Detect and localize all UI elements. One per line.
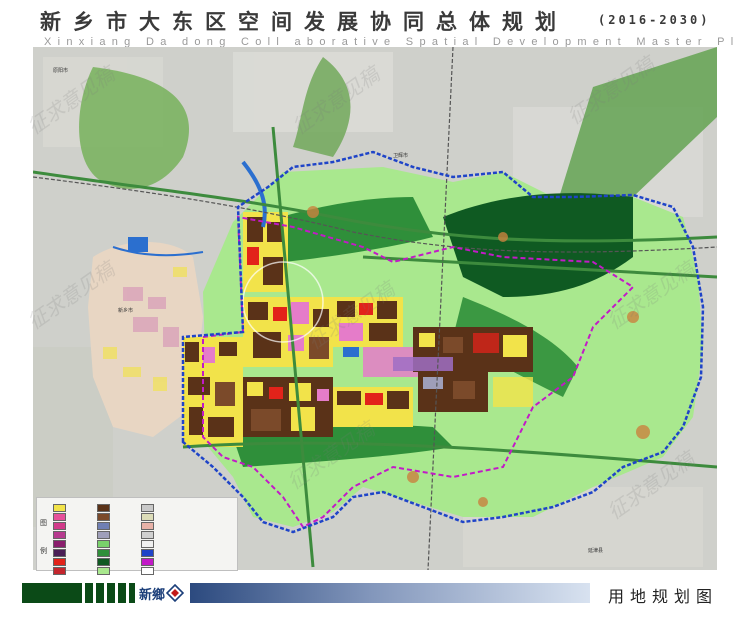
legend-item [53, 522, 99, 530]
legend-item [141, 504, 187, 512]
place-label-yuanyang: 原阳市 [53, 67, 68, 74]
legend-item [97, 513, 143, 521]
place-label-yanjin: 延津县 [588, 547, 603, 554]
legend-item [141, 522, 187, 530]
legend-item [141, 540, 187, 548]
map-name: 用地规划图 [608, 587, 719, 606]
legend-swatch [53, 522, 66, 530]
legend-swatch [97, 567, 110, 575]
legend-item [97, 504, 143, 512]
logo-text: 新鄉 [139, 588, 166, 603]
legend-swatch [53, 540, 66, 548]
place-label-xinxiang: 新乡市 [118, 307, 133, 314]
legend-swatch [97, 513, 110, 521]
logistics-strip [393, 357, 453, 371]
logo-icon [166, 584, 184, 602]
footer-bar [118, 583, 126, 603]
legend-swatch [97, 531, 110, 539]
legend-label-bottom: 例 [40, 547, 47, 555]
legend-item [97, 522, 143, 530]
legend-label-top: 图 [40, 519, 47, 527]
legend-swatch [141, 522, 154, 530]
legend-swatch [141, 531, 154, 539]
legend-item [53, 531, 99, 539]
legend-item [97, 567, 143, 575]
footer-bar [96, 583, 104, 603]
plan-years: (2016-2030) [598, 13, 711, 27]
title-block: 新乡市大东区空间发展协同总体规划 (2016-2030) Xinxiang Da… [0, 4, 740, 48]
legend-item [97, 531, 143, 539]
legend-swatch [141, 567, 154, 575]
legend-item [53, 558, 99, 566]
legend-swatch [53, 558, 66, 566]
legend-item [53, 540, 99, 548]
legend-item [141, 567, 187, 575]
legend-swatch [97, 504, 110, 512]
footer-gradient-bar [190, 583, 590, 603]
legend-swatch [97, 540, 110, 548]
footer-bar [22, 583, 82, 603]
legend-item [53, 504, 99, 512]
legend-item [53, 549, 99, 557]
legend-item [53, 567, 99, 575]
footer-bar [129, 583, 135, 603]
legend-swatch [141, 513, 154, 521]
legend-swatch [53, 504, 66, 512]
legend-swatch [97, 522, 110, 530]
legend-item [141, 549, 187, 557]
legend-swatch [141, 558, 154, 566]
legend-swatch [97, 558, 110, 566]
legend-swatch [53, 567, 66, 575]
footer-bar [107, 583, 115, 603]
legend-swatch [53, 549, 66, 557]
legend-swatch [53, 513, 66, 521]
legend-item [141, 531, 187, 539]
legend-item [141, 513, 187, 521]
map-canvas: 原阳市 卫辉市 延津县 新乡市 [33, 47, 717, 570]
legend-item [97, 558, 143, 566]
legend-swatch [141, 549, 154, 557]
place-label-weihui: 卫辉市 [393, 152, 408, 159]
legend-swatch [141, 540, 154, 548]
legend-swatch [97, 549, 110, 557]
legend-item [53, 513, 99, 521]
footer-bar [85, 583, 93, 603]
legend: 图 例 [36, 497, 238, 575]
legend-item [141, 558, 187, 566]
lake [128, 237, 148, 252]
legend-item [97, 549, 143, 557]
legend-item [97, 540, 143, 548]
legend-swatch [53, 531, 66, 539]
footer: 新鄉 用地规划图 [0, 578, 740, 608]
legend-swatch [141, 504, 154, 512]
land-use-map[interactable]: 原阳市 卫辉市 延津县 新乡市 [33, 47, 717, 570]
map-title: 新乡市大东区空间发展协同总体规划 [40, 10, 568, 34]
